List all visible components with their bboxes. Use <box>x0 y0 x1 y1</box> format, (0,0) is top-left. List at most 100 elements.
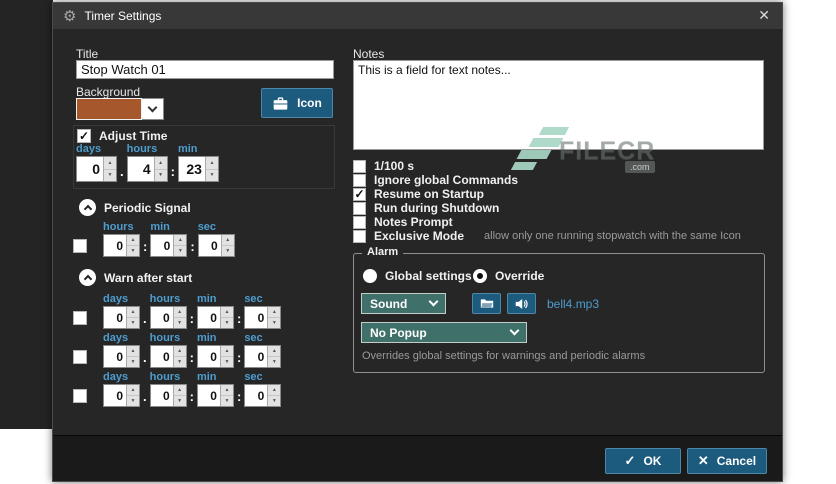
spinner-up-icon[interactable] <box>205 157 218 169</box>
spinner-up-icon[interactable] <box>154 157 167 169</box>
spinner-value[interactable]: 0 <box>245 385 267 406</box>
spinner-value[interactable]: 0 <box>151 385 173 406</box>
spinner-value[interactable]: 0 <box>104 346 126 367</box>
spinner-down-icon[interactable] <box>127 356 139 367</box>
cancel-button[interactable]: Cancel <box>687 448 767 474</box>
warn1-sec-spinner[interactable]: 0 <box>244 306 282 329</box>
spinner-up-icon[interactable] <box>268 346 281 356</box>
spinner-down-icon[interactable] <box>268 317 281 328</box>
spinner-down-icon[interactable] <box>127 395 139 406</box>
spinner-value[interactable]: 0 <box>104 235 126 256</box>
spinner-up-icon[interactable] <box>127 307 139 317</box>
main-min-spinner[interactable]: 23 <box>177 156 219 182</box>
spinner-down-icon[interactable] <box>173 395 186 406</box>
option-checkbox[interactable] <box>353 173 366 187</box>
periodic-min-spinner[interactable]: 0 <box>150 234 188 257</box>
periodic-signal-header[interactable]: Periodic Signal <box>79 199 191 216</box>
periodic-sec-spinner[interactable]: 0 <box>197 234 235 257</box>
warn-after-start-header[interactable]: Warn after start <box>79 269 192 286</box>
spinner-up-icon[interactable] <box>268 307 281 317</box>
spinner-down-icon[interactable] <box>174 245 187 256</box>
title-input[interactable] <box>76 60 334 79</box>
spinner-value[interactable]: 0 <box>199 235 221 256</box>
option-checkbox[interactable] <box>353 229 366 243</box>
override-radio-row[interactable]: Override <box>473 269 544 283</box>
spinner-down-icon[interactable] <box>221 245 234 256</box>
option-row[interactable]: 1/100 s <box>353 159 414 173</box>
global-settings-radio-row[interactable]: Global settings <box>363 269 472 283</box>
option-checkbox[interactable] <box>353 201 366 215</box>
main-days-spinner[interactable]: 0 <box>76 156 117 182</box>
warn-enable-checkbox[interactable] <box>73 389 87 403</box>
collapse-icon[interactable] <box>79 269 96 286</box>
option-row[interactable]: Resume on Startup <box>353 187 484 201</box>
spinner-up-icon[interactable] <box>104 157 116 169</box>
spinner-value[interactable]: 0 <box>104 385 126 406</box>
global-settings-radio[interactable] <box>363 269 377 283</box>
warn2-min-spinner[interactable]: 0 <box>196 345 234 368</box>
title-bar[interactable]: Timer Settings <box>53 3 782 29</box>
override-radio[interactable] <box>473 269 487 283</box>
option-checkbox[interactable] <box>353 215 366 229</box>
option-row[interactable]: Ignore global Commands <box>353 173 518 187</box>
color-dropdown-button[interactable] <box>142 98 164 120</box>
spinner-down-icon[interactable] <box>205 168 218 181</box>
warn3-days-spinner[interactable]: 0 <box>103 384 140 407</box>
option-checkbox[interactable] <box>353 187 366 201</box>
spinner-up-icon[interactable] <box>221 235 234 245</box>
spinner-value[interactable]: 0 <box>151 307 173 328</box>
popup-select[interactable]: No Popup <box>361 322 527 343</box>
spinner-down-icon[interactable] <box>173 317 186 328</box>
spinner-up-icon[interactable] <box>220 385 233 395</box>
spinner-down-icon[interactable] <box>220 317 233 328</box>
warn3-min-spinner[interactable]: 0 <box>196 384 234 407</box>
warn1-hours-spinner[interactable]: 0 <box>149 306 187 329</box>
spinner-down-icon[interactable] <box>127 245 139 256</box>
option-row[interactable]: Exclusive Mode allow only one running st… <box>353 229 741 243</box>
color-swatch[interactable] <box>76 98 142 120</box>
spinner-value[interactable]: 0 <box>151 346 173 367</box>
spinner-value[interactable]: 0 <box>245 346 267 367</box>
icon-button[interactable]: Icon <box>261 88 333 118</box>
spinner-value[interactable]: 0 <box>104 307 126 328</box>
sound-select[interactable]: Sound <box>361 293 446 314</box>
background-color-combo[interactable] <box>76 98 164 120</box>
spinner-up-icon[interactable] <box>173 307 186 317</box>
spinner-value[interactable]: 4 <box>128 157 154 181</box>
spinner-down-icon[interactable] <box>173 356 186 367</box>
browse-sound-button[interactable] <box>472 293 501 314</box>
notes-textarea[interactable]: This is a field for text notes... <box>353 60 764 150</box>
spinner-value[interactable]: 0 <box>245 307 267 328</box>
spinner-up-icon[interactable] <box>127 346 139 356</box>
spinner-down-icon[interactable] <box>220 356 233 367</box>
warn3-hours-spinner[interactable]: 0 <box>149 384 187 407</box>
spinner-up-icon[interactable] <box>173 385 186 395</box>
option-checkbox[interactable] <box>353 159 366 173</box>
warn2-days-spinner[interactable]: 0 <box>103 345 140 368</box>
warn-enable-checkbox[interactable] <box>73 311 87 325</box>
spinner-up-icon[interactable] <box>127 385 139 395</box>
spinner-value[interactable]: 0 <box>198 385 220 406</box>
adjust-time-row[interactable]: Adjust Time <box>77 129 167 143</box>
main-hours-spinner[interactable]: 4 <box>126 156 168 182</box>
warn2-hours-spinner[interactable]: 0 <box>149 345 187 368</box>
spinner-up-icon[interactable] <box>220 346 233 356</box>
warn1-days-spinner[interactable]: 0 <box>103 306 140 329</box>
spinner-value[interactable]: 23 <box>179 157 205 181</box>
spinner-down-icon[interactable] <box>154 168 167 181</box>
spinner-down-icon[interactable] <box>268 395 281 406</box>
spinner-down-icon[interactable] <box>127 317 139 328</box>
spinner-value[interactable]: 0 <box>198 346 220 367</box>
periodic-hours-spinner[interactable]: 0 <box>103 234 140 257</box>
option-row[interactable]: Run during Shutdown <box>353 201 499 215</box>
spinner-value[interactable]: 0 <box>77 157 103 181</box>
spinner-down-icon[interactable] <box>268 356 281 367</box>
spinner-value[interactable]: 0 <box>151 235 173 256</box>
warn1-min-spinner[interactable]: 0 <box>196 306 234 329</box>
collapse-icon[interactable] <box>79 199 96 216</box>
option-row[interactable]: Notes Prompt <box>353 215 453 229</box>
periodic-enable-checkbox[interactable] <box>73 239 87 253</box>
spinner-up-icon[interactable] <box>220 307 233 317</box>
spinner-up-icon[interactable] <box>174 235 187 245</box>
warn2-sec-spinner[interactable]: 0 <box>244 345 282 368</box>
